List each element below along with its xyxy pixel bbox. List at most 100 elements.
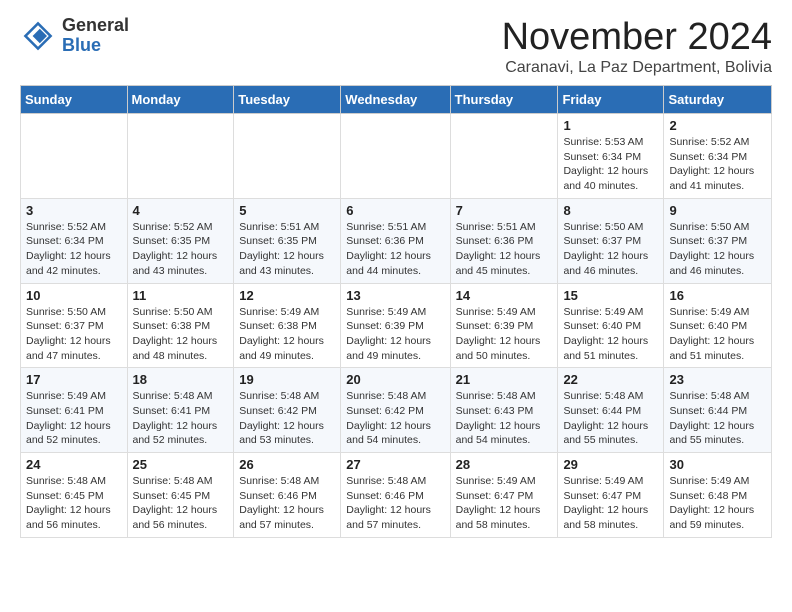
day-info: Sunrise: 5:52 AM Sunset: 6:34 PM Dayligh… [26,220,122,279]
day-number: 19 [239,372,335,387]
logo-blue-text: Blue [62,36,129,56]
day-number: 26 [239,457,335,472]
calendar-cell: 20Sunrise: 5:48 AM Sunset: 6:42 PM Dayli… [341,368,450,453]
day-info: Sunrise: 5:53 AM Sunset: 6:34 PM Dayligh… [563,135,658,194]
day-number: 2 [669,118,766,133]
page-header: General Blue November 2024 Caranavi, La … [20,16,772,77]
day-info: Sunrise: 5:51 AM Sunset: 6:36 PM Dayligh… [456,220,553,279]
calendar-cell: 30 Sunrise: 5:49 AM Sunset: 6:48 PM Dayli… [664,453,772,538]
day-number: 14 [456,288,553,303]
day-number: 16 [669,288,766,303]
day-info: Sunrise: 5:48 AM Sunset: 6:41 PM Dayligh… [133,389,229,448]
calendar-cell: 11 Sunrise: 5:50 AM Sunset: 6:38 PM Dayli… [127,283,234,368]
day-info: Sunrise: 5:48 AM Sunset: 6:46 PM Dayligh… [346,474,444,533]
calendar-cell: 6 Sunrise: 5:51 AM Sunset: 6:36 PM Daylig… [341,198,450,283]
day-number: 30 [669,457,766,472]
day-number: 9 [669,203,766,218]
location-subtitle: Caranavi, La Paz Department, Bolivia [502,59,772,77]
day-number: 7 [456,203,553,218]
day-info: Sunrise: 5:49 AM Sunset: 6:38 PM Dayligh… [239,305,335,364]
calendar-cell [21,114,128,199]
calendar-cell: 22Sunrise: 5:48 AM Sunset: 6:44 PM Dayli… [558,368,664,453]
month-title: November 2024 [502,16,772,59]
day-number: 20 [346,372,444,387]
day-info: Sunrise: 5:51 AM Sunset: 6:35 PM Dayligh… [239,220,335,279]
calendar-week-2: 3 Sunrise: 5:52 AM Sunset: 6:34 PM Daylig… [21,198,772,283]
day-number: 17 [26,372,122,387]
day-info: Sunrise: 5:49 AM Sunset: 6:40 PM Dayligh… [669,305,766,364]
calendar-cell [234,114,341,199]
day-info: Sunrise: 5:48 AM Sunset: 6:43 PM Dayligh… [456,389,553,448]
day-info: Sunrise: 5:52 AM Sunset: 6:35 PM Dayligh… [133,220,229,279]
day-number: 6 [346,203,444,218]
calendar-header-row: SundayMondayTuesdayWednesdayThursdayFrid… [21,86,772,114]
day-info: Sunrise: 5:50 AM Sunset: 6:37 PM Dayligh… [563,220,658,279]
day-info: Sunrise: 5:50 AM Sunset: 6:38 PM Dayligh… [133,305,229,364]
calendar-cell [341,114,450,199]
calendar-cell: 27 Sunrise: 5:48 AM Sunset: 6:46 PM Dayli… [341,453,450,538]
day-number: 5 [239,203,335,218]
day-number: 10 [26,288,122,303]
day-number: 18 [133,372,229,387]
day-number: 25 [133,457,229,472]
day-number: 21 [456,372,553,387]
day-info: Sunrise: 5:52 AM Sunset: 6:34 PM Dayligh… [669,135,766,194]
day-info: Sunrise: 5:49 AM Sunset: 6:48 PM Dayligh… [669,474,766,533]
day-info: Sunrise: 5:48 AM Sunset: 6:45 PM Dayligh… [133,474,229,533]
weekday-header-friday: Friday [558,86,664,114]
day-info: Sunrise: 5:50 AM Sunset: 6:37 PM Dayligh… [669,220,766,279]
calendar-cell: 21 Sunrise: 5:48 AM Sunset: 6:43 PM Dayli… [450,368,558,453]
calendar-cell: 29 Sunrise: 5:49 AM Sunset: 6:47 PM Dayli… [558,453,664,538]
calendar-cell: 16 Sunrise: 5:49 AM Sunset: 6:40 PM Dayli… [664,283,772,368]
weekday-header-saturday: Saturday [664,86,772,114]
calendar-week-4: 17 Sunrise: 5:49 AM Sunset: 6:41 PM Dayli… [21,368,772,453]
calendar-cell: 26 Sunrise: 5:48 AM Sunset: 6:46 PM Dayli… [234,453,341,538]
day-info: Sunrise: 5:49 AM Sunset: 6:39 PM Dayligh… [456,305,553,364]
logo-general-text: General [62,16,129,36]
day-number: 27 [346,457,444,472]
day-number: 22 [563,372,658,387]
day-info: Sunrise: 5:50 AM Sunset: 6:37 PM Dayligh… [26,305,122,364]
calendar-week-3: 10 Sunrise: 5:50 AM Sunset: 6:37 PM Dayli… [21,283,772,368]
day-info: Sunrise: 5:49 AM Sunset: 6:39 PM Dayligh… [346,305,444,364]
calendar-cell: 4 Sunrise: 5:52 AM Sunset: 6:35 PM Daylig… [127,198,234,283]
weekday-header-wednesday: Wednesday [341,86,450,114]
weekday-header-monday: Monday [127,86,234,114]
day-info: Sunrise: 5:48 AM Sunset: 6:46 PM Dayligh… [239,474,335,533]
calendar-cell: 12Sunrise: 5:49 AM Sunset: 6:38 PM Dayli… [234,283,341,368]
day-info: Sunrise: 5:48 AM Sunset: 6:42 PM Dayligh… [239,389,335,448]
day-number: 8 [563,203,658,218]
day-number: 3 [26,203,122,218]
calendar-cell: 8 Sunrise: 5:50 AM Sunset: 6:37 PM Daylig… [558,198,664,283]
calendar-cell [450,114,558,199]
title-area: November 2024 Caranavi, La Paz Departmen… [502,16,772,77]
day-number: 23 [669,372,766,387]
day-info: Sunrise: 5:48 AM Sunset: 6:45 PM Dayligh… [26,474,122,533]
calendar-cell: 7 Sunrise: 5:51 AM Sunset: 6:36 PM Daylig… [450,198,558,283]
day-info: Sunrise: 5:49 AM Sunset: 6:47 PM Dayligh… [456,474,553,533]
calendar-cell: 13Sunrise: 5:49 AM Sunset: 6:39 PM Dayli… [341,283,450,368]
calendar-cell: 1Sunrise: 5:53 AM Sunset: 6:34 PM Daylig… [558,114,664,199]
calendar-cell: 9 Sunrise: 5:50 AM Sunset: 6:37 PM Daylig… [664,198,772,283]
calendar-cell: 14 Sunrise: 5:49 AM Sunset: 6:39 PM Dayli… [450,283,558,368]
day-number: 29 [563,457,658,472]
calendar-cell: 25 Sunrise: 5:48 AM Sunset: 6:45 PM Dayli… [127,453,234,538]
calendar-cell: 3 Sunrise: 5:52 AM Sunset: 6:34 PM Daylig… [21,198,128,283]
weekday-header-tuesday: Tuesday [234,86,341,114]
day-number: 11 [133,288,229,303]
calendar-week-1: 1Sunrise: 5:53 AM Sunset: 6:34 PM Daylig… [21,114,772,199]
day-info: Sunrise: 5:49 AM Sunset: 6:47 PM Dayligh… [563,474,658,533]
calendar-week-5: 24 Sunrise: 5:48 AM Sunset: 6:45 PM Dayli… [21,453,772,538]
day-info: Sunrise: 5:51 AM Sunset: 6:36 PM Dayligh… [346,220,444,279]
day-info: Sunrise: 5:49 AM Sunset: 6:41 PM Dayligh… [26,389,122,448]
calendar-cell: 28Sunrise: 5:49 AM Sunset: 6:47 PM Dayli… [450,453,558,538]
calendar-cell: 23 Sunrise: 5:48 AM Sunset: 6:44 PM Dayli… [664,368,772,453]
day-info: Sunrise: 5:48 AM Sunset: 6:44 PM Dayligh… [669,389,766,448]
calendar-cell: 5 Sunrise: 5:51 AM Sunset: 6:35 PM Daylig… [234,198,341,283]
day-number: 24 [26,457,122,472]
logo-icon [20,18,56,54]
calendar-table: SundayMondayTuesdayWednesdayThursdayFrid… [20,85,772,538]
day-number: 4 [133,203,229,218]
calendar-cell: 17 Sunrise: 5:49 AM Sunset: 6:41 PM Dayli… [21,368,128,453]
calendar-cell: 15Sunrise: 5:49 AM Sunset: 6:40 PM Dayli… [558,283,664,368]
